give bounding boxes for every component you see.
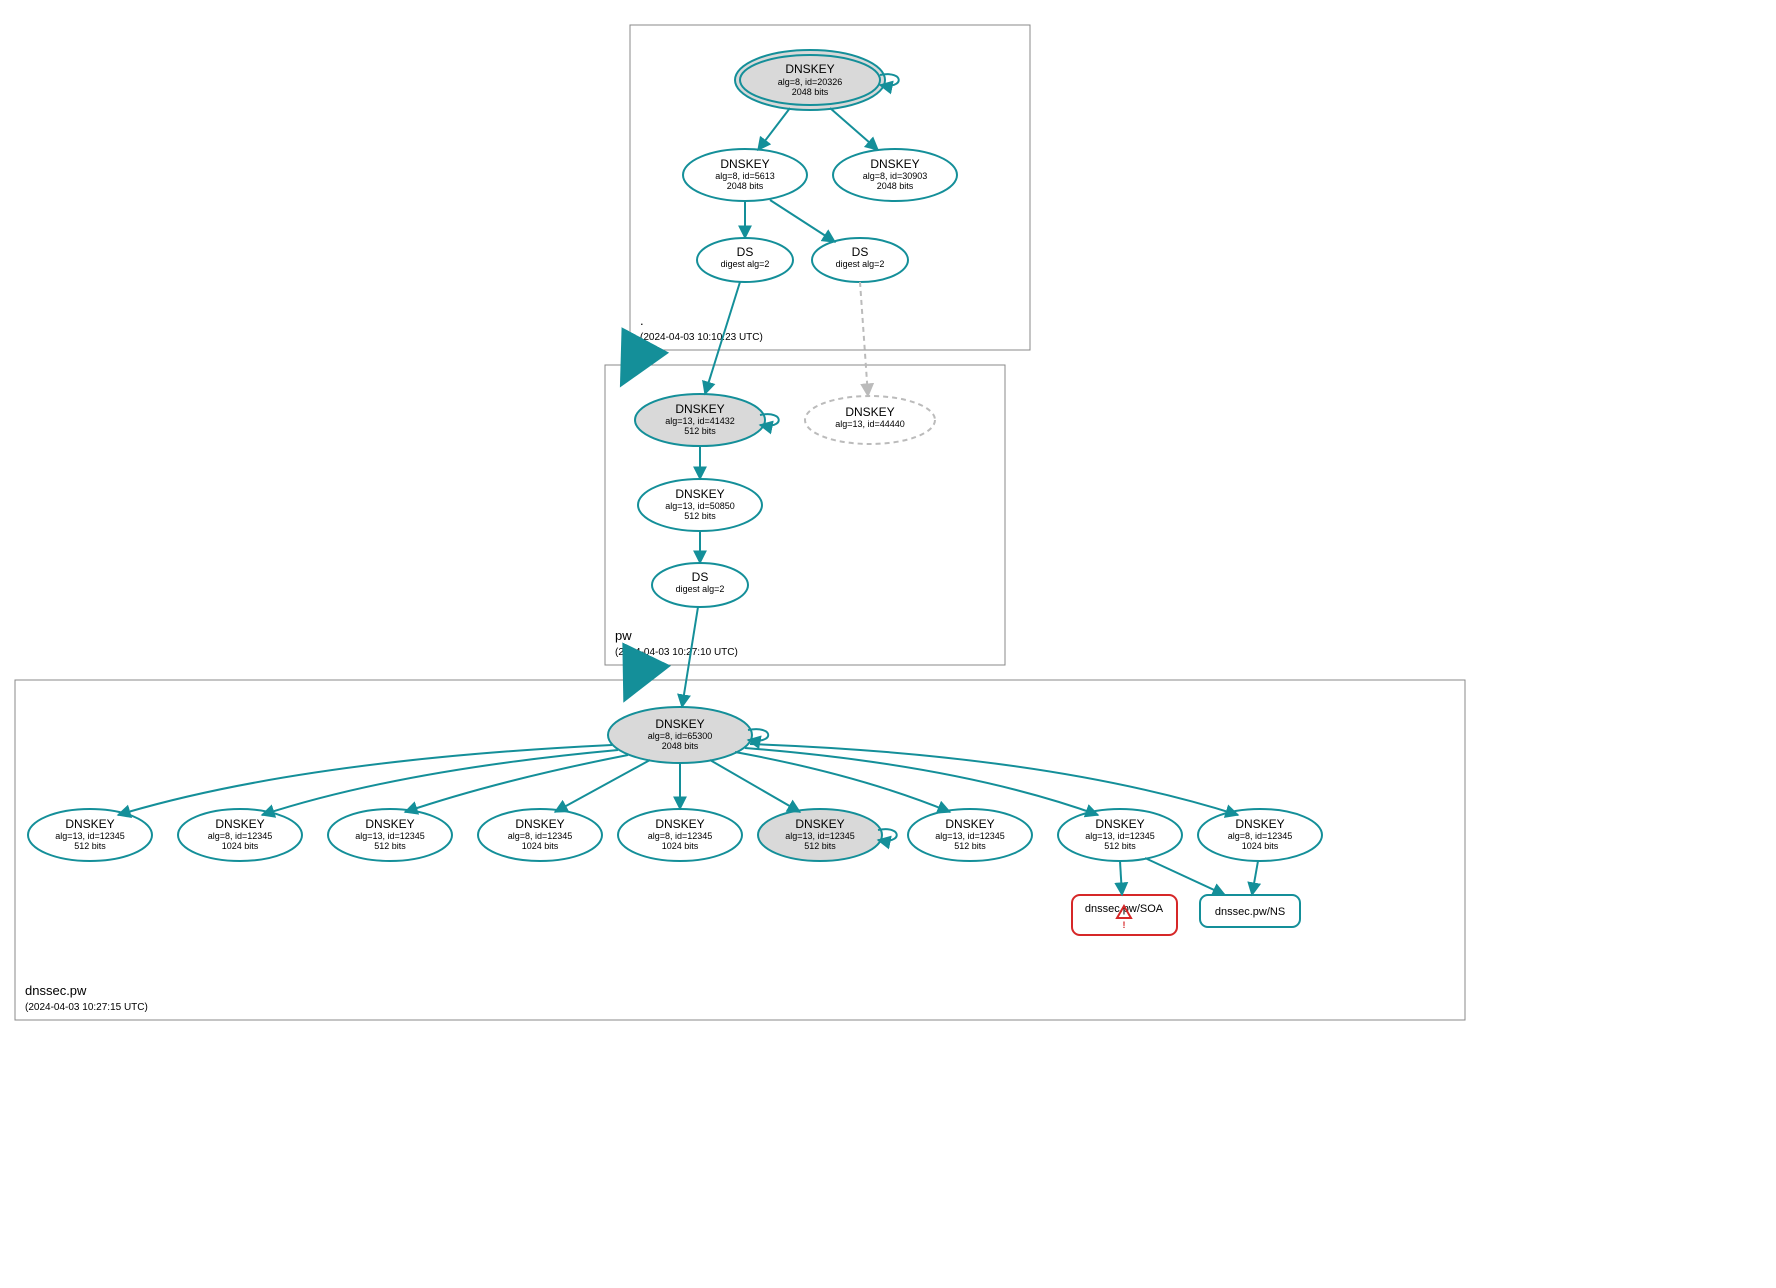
svg-text:alg=8, id=12345: alg=8, id=12345: [208, 831, 273, 841]
dnssec-k4-node: DNSKEY alg=8, id=12345 1024 bits: [478, 809, 602, 861]
svg-text:digest alg=2: digest alg=2: [676, 584, 725, 594]
svg-text:2048 bits: 2048 bits: [877, 181, 914, 191]
svg-text:alg=13, id=50850: alg=13, id=50850: [665, 501, 735, 511]
svg-text:1024 bits: 1024 bits: [222, 841, 259, 851]
svg-text:alg=13, id=44440: alg=13, id=44440: [835, 419, 905, 429]
svg-text:1024 bits: 1024 bits: [522, 841, 559, 851]
svg-text:alg=13, id=12345: alg=13, id=12345: [935, 831, 1005, 841]
svg-text:DNSKEY: DNSKEY: [655, 817, 704, 831]
zone-arrow-icon: [625, 350, 640, 378]
edge: [770, 200, 835, 242]
svg-text:dnssec.pw/NS: dnssec.pw/NS: [1215, 906, 1285, 918]
svg-text:DNSKEY: DNSKEY: [845, 405, 894, 419]
svg-text:!: !: [1123, 920, 1126, 930]
root-zsk2-node: DNSKEY alg=8, id=30903 2048 bits: [833, 149, 957, 201]
edge: [118, 745, 612, 815]
dnssec-diagram: . (2024-04-03 10:10:23 UTC) DNSKEY alg=8…: [0, 0, 1480, 1080]
zone-pw-label: pw: [615, 628, 632, 643]
svg-text:alg=8, id=12345: alg=8, id=12345: [508, 831, 573, 841]
svg-text:digest alg=2: digest alg=2: [836, 259, 885, 269]
svg-text:512 bits: 512 bits: [684, 426, 716, 436]
svg-text:DNSKEY: DNSKEY: [675, 487, 724, 501]
svg-text:alg=13, id=12345: alg=13, id=12345: [1085, 831, 1155, 841]
svg-text:1024 bits: 1024 bits: [1242, 841, 1279, 851]
svg-text:alg=13, id=41432: alg=13, id=41432: [665, 416, 735, 426]
edge: [1145, 858, 1225, 895]
svg-text:2048 bits: 2048 bits: [662, 741, 699, 751]
svg-text:512 bits: 512 bits: [684, 511, 716, 521]
dnssec-k5-node: DNSKEY alg=8, id=12345 1024 bits: [618, 809, 742, 861]
svg-text:digest alg=2: digest alg=2: [721, 259, 770, 269]
svg-text:alg=13, id=12345: alg=13, id=12345: [785, 831, 855, 841]
rr-ns: dnssec.pw/NS: [1200, 895, 1300, 927]
dnssec-k7-node: DNSKEY alg=13, id=12345 512 bits: [908, 809, 1032, 861]
edge: [1252, 861, 1258, 895]
svg-text:DNSKEY: DNSKEY: [675, 402, 724, 416]
edge: [830, 108, 878, 150]
svg-text:512 bits: 512 bits: [74, 841, 106, 851]
edge: [735, 752, 950, 812]
zone-root-label: .: [640, 313, 644, 328]
zone-dnssec-time: (2024-04-03 10:27:15 UTC): [25, 1002, 148, 1013]
pw-ksk-node: DNSKEY alg=13, id=41432 512 bits: [635, 394, 779, 446]
zone-pw-time: (2024-04-03 10:27:10 UTC): [615, 647, 738, 658]
edge: [758, 108, 790, 150]
svg-text:DNSKEY: DNSKEY: [65, 817, 114, 831]
svg-text:DNSKEY: DNSKEY: [1095, 817, 1144, 831]
dnssec-k6-node: DNSKEY alg=13, id=12345 512 bits: [758, 809, 897, 861]
edge: [745, 748, 1098, 815]
root-ds2-node: DS digest alg=2: [812, 238, 908, 282]
svg-text:2048 bits: 2048 bits: [792, 87, 829, 97]
svg-text:512 bits: 512 bits: [804, 841, 836, 851]
svg-text:DNSKEY: DNSKEY: [365, 817, 414, 831]
svg-text:DS: DS: [692, 570, 709, 584]
dnssec-k2-node: DNSKEY alg=8, id=12345 1024 bits: [178, 809, 302, 861]
zone-dnssec-label: dnssec.pw: [25, 983, 87, 998]
svg-text:512 bits: 512 bits: [954, 841, 986, 851]
svg-text:DNSKEY: DNSKEY: [945, 817, 994, 831]
svg-text:alg=8, id=5613: alg=8, id=5613: [715, 171, 775, 181]
svg-text:DNSKEY: DNSKEY: [720, 157, 769, 171]
pw-missing-node: DNSKEY alg=13, id=44440: [805, 396, 935, 444]
root-ds1-node: DS digest alg=2: [697, 238, 793, 282]
svg-text:DNSKEY: DNSKEY: [795, 817, 844, 831]
root-zsk1-node: DNSKEY alg=8, id=5613 2048 bits: [683, 149, 807, 201]
svg-text:DNSKEY: DNSKEY: [785, 62, 834, 76]
edge: [710, 760, 800, 812]
svg-text:DNSKEY: DNSKEY: [655, 717, 704, 731]
svg-text:DNSKEY: DNSKEY: [215, 817, 264, 831]
edge: [405, 755, 628, 812]
svg-text:alg=8, id=12345: alg=8, id=12345: [648, 831, 713, 841]
dnssec-key-row: DNSKEY alg=13, id=12345 512 bits DNSKEY …: [28, 809, 1322, 861]
svg-text:alg=8, id=30903: alg=8, id=30903: [863, 171, 928, 181]
dnssec-k8-node: DNSKEY alg=13, id=12345 512 bits: [1058, 809, 1182, 861]
dnssec-k1-node: DNSKEY alg=13, id=12345 512 bits: [28, 809, 152, 861]
dnssec-k3-node: DNSKEY alg=13, id=12345 512 bits: [328, 809, 452, 861]
pw-zsk-node: DNSKEY alg=13, id=50850 512 bits: [638, 479, 762, 531]
svg-text:alg=8, id=65300: alg=8, id=65300: [648, 731, 713, 741]
svg-text:2048 bits: 2048 bits: [727, 181, 764, 191]
svg-text:alg=13, id=12345: alg=13, id=12345: [55, 831, 125, 841]
svg-text:alg=8, id=12345: alg=8, id=12345: [1228, 831, 1293, 841]
svg-text:DNSKEY: DNSKEY: [515, 817, 564, 831]
zone-root-time: (2024-04-03 10:10:23 UTC): [640, 332, 763, 343]
svg-text:512 bits: 512 bits: [374, 841, 406, 851]
dnssec-k9-node: DNSKEY alg=8, id=12345 1024 bits: [1198, 809, 1322, 861]
pw-ds-node: DS digest alg=2: [652, 563, 748, 607]
rr-soa: dnssec.pw/SOA !: [1072, 895, 1177, 935]
svg-text:1024 bits: 1024 bits: [662, 841, 699, 851]
edge: [1120, 861, 1122, 895]
svg-text:512 bits: 512 bits: [1104, 841, 1136, 851]
edge: [262, 750, 618, 815]
svg-text:DNSKEY: DNSKEY: [870, 157, 919, 171]
svg-text:DS: DS: [737, 245, 754, 259]
svg-text:DNSKEY: DNSKEY: [1235, 817, 1284, 831]
root-ksk-node: DNSKEY alg=8, id=20326 2048 bits: [735, 50, 899, 110]
svg-text:alg=8, id=20326: alg=8, id=20326: [778, 77, 843, 87]
edge-dashed: [860, 282, 868, 396]
svg-text:alg=13, id=12345: alg=13, id=12345: [355, 831, 425, 841]
svg-text:DS: DS: [852, 245, 869, 259]
